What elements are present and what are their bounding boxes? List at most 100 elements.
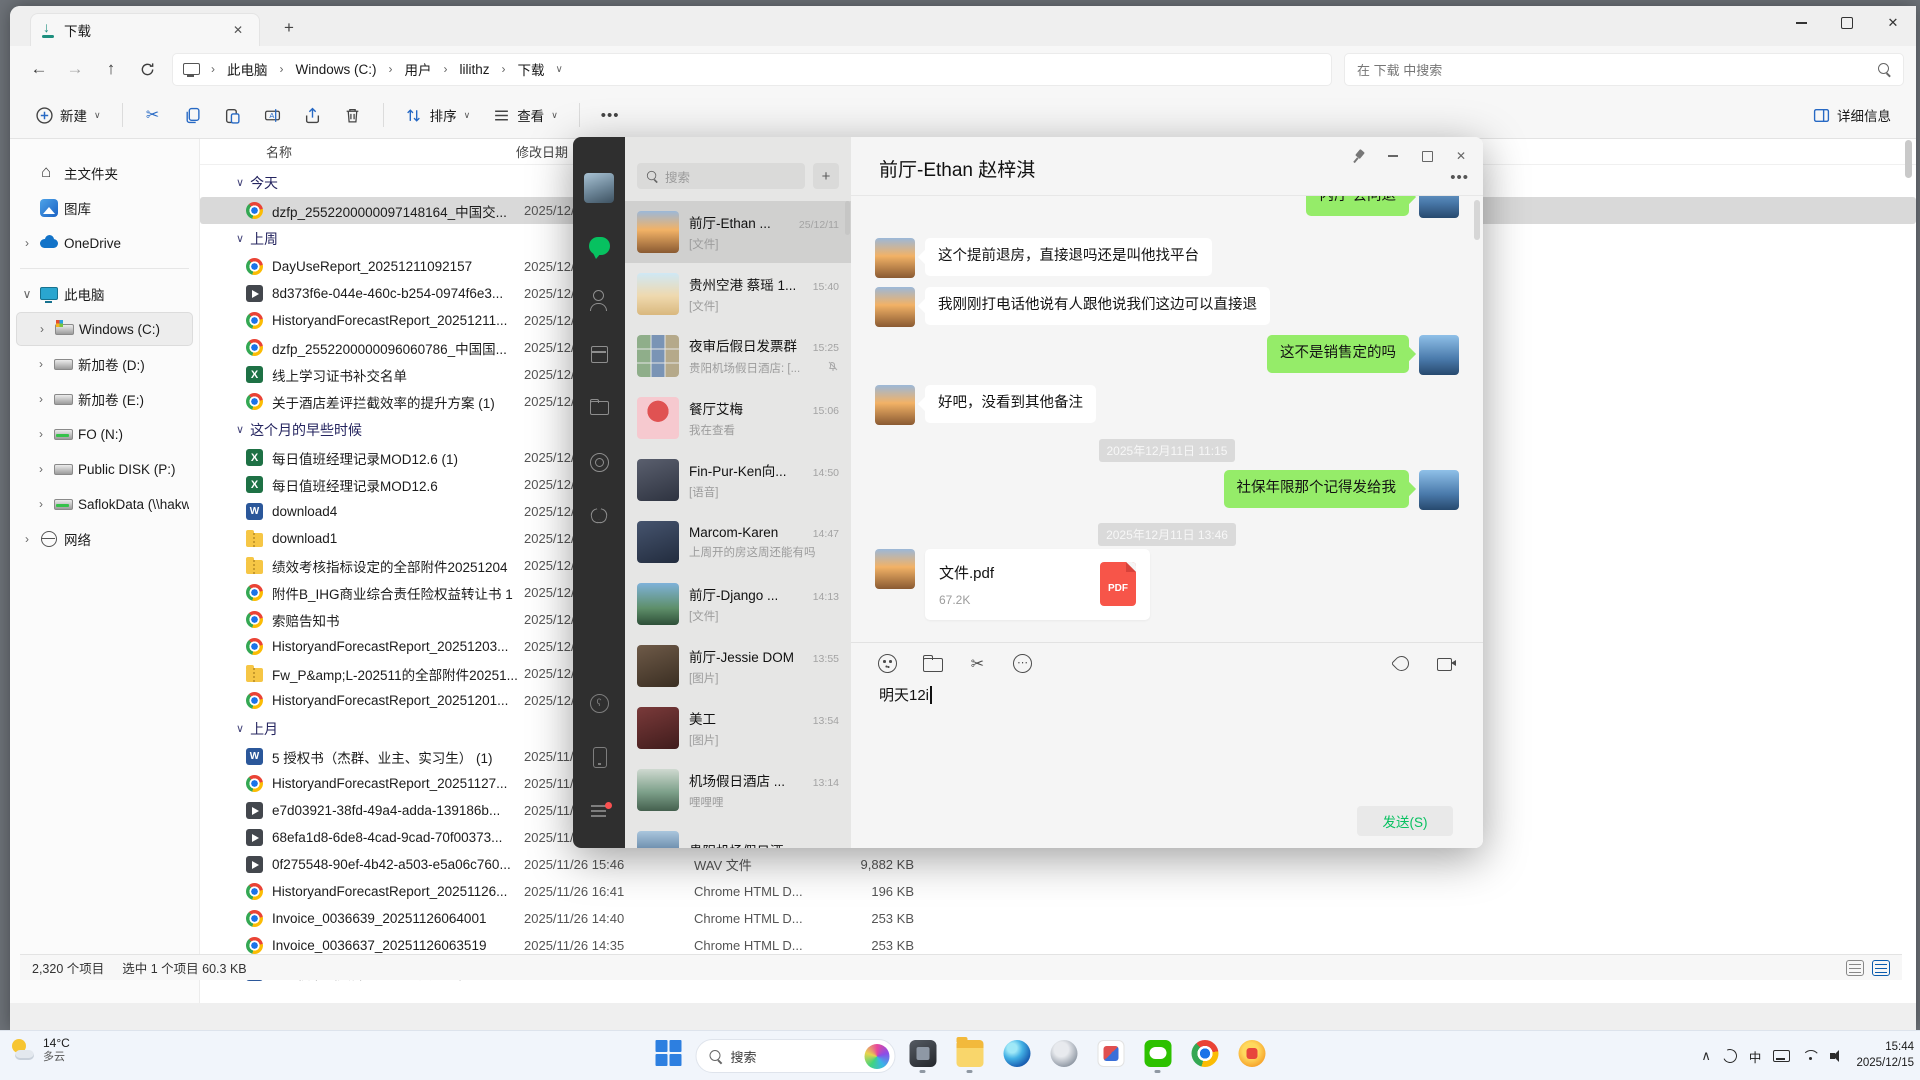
volume-icon[interactable] <box>1830 1050 1844 1062</box>
taskbar-search[interactable]: 搜索 <box>696 1039 896 1073</box>
sidebar-item[interactable]: ∨此电脑 <box>16 277 193 311</box>
sidebar-item[interactable]: ›OneDrive <box>16 226 193 260</box>
wechat-minimize-button[interactable] <box>1381 145 1405 167</box>
chevron-right-icon[interactable]: › <box>35 322 49 336</box>
send-file-icon[interactable] <box>922 653 943 674</box>
screenshot-icon[interactable]: ✂ <box>967 653 988 674</box>
message-input[interactable]: 明天12i <box>851 674 1483 715</box>
chevron-down-icon[interactable]: ∨ <box>20 287 34 301</box>
sync-icon[interactable] <box>1723 1049 1737 1063</box>
close-button[interactable]: ✕ <box>1870 6 1916 40</box>
refresh-button[interactable] <box>130 53 164 85</box>
chat-list-item[interactable]: Fin-Pur-Ken向...14:50[语音] <box>625 449 851 511</box>
chat-list-item[interactable]: 夜审后假日发票群15:25贵阳机场假日酒店: [... <box>625 325 851 387</box>
share-button[interactable] <box>295 99 331 131</box>
message-avatar[interactable] <box>875 287 915 327</box>
paste-button[interactable] <box>215 99 251 131</box>
message-avatar[interactable] <box>875 549 915 589</box>
chat-list-item[interactable]: 贵阳机场假日酒...13:17 <box>625 821 851 848</box>
message-bubble[interactable]: 内厅 会问退 <box>1306 196 1409 216</box>
chat-list-scrollbar[interactable] <box>845 201 850 235</box>
delete-button[interactable] <box>335 99 371 131</box>
new-button[interactable]: 新建 ∨ <box>26 98 110 132</box>
send-button[interactable]: 发送(S) <box>1357 806 1453 836</box>
sidebar-item[interactable]: 主文件夹 <box>16 156 193 190</box>
emoji-icon[interactable] <box>877 653 898 674</box>
chat-list-item[interactable]: 机场假日酒店 ...13:14哩哩哩 <box>625 759 851 821</box>
list-view-toggle[interactable] <box>1846 960 1864 976</box>
breadcrumb-drive-c[interactable]: Windows (C:) <box>292 60 381 79</box>
tab-close-icon[interactable]: ✕ <box>227 21 249 39</box>
touch-keyboard-icon[interactable] <box>1773 1050 1790 1062</box>
chat-list-item[interactable]: 前厅-Ethan ...25/12/11[文件] <box>625 201 851 263</box>
chat-list-item[interactable]: 美工13:54[图片] <box>625 697 851 759</box>
ime-indicator[interactable]: 中 <box>1749 1047 1762 1066</box>
chevron-right-icon[interactable]: › <box>20 236 34 250</box>
search-highlight-icon[interactable] <box>865 1044 890 1069</box>
chevron-right-icon[interactable]: › <box>20 532 34 546</box>
taskbar-app-app-grey[interactable] <box>1044 1034 1084 1078</box>
sidebar-item[interactable]: ›Public DISK (P:) <box>16 452 193 486</box>
chat-list-item[interactable]: 前厅-Django ...14:13[文件] <box>625 573 851 635</box>
taskbar-app-file-explorer[interactable] <box>950 1034 990 1078</box>
sidebar-item[interactable]: ›FO (N:) <box>16 417 193 451</box>
chevron-down-icon[interactable]: ∨ <box>552 64 563 75</box>
file-row[interactable]: 0f275548-90ef-4b42-a503-e5a06c760...2025… <box>200 851 1916 878</box>
sidebar-item[interactable]: ›SaflokData (\\hakwe <box>16 487 193 521</box>
more-options-button[interactable]: ••• <box>592 100 629 131</box>
chevron-right-icon[interactable]: › <box>34 392 48 406</box>
file-row[interactable]: HistoryandForecastReport_20251126...2025… <box>200 878 1916 905</box>
wechat-close-button[interactable]: ✕ <box>1449 145 1473 167</box>
network-icon[interactable] <box>1802 1050 1818 1062</box>
copy-button[interactable] <box>175 99 211 131</box>
sidebar-item[interactable]: ›Windows (C:) <box>16 312 193 346</box>
sort-button[interactable]: 排序 ∨ <box>396 98 480 132</box>
taskbar-app-app-orange[interactable] <box>1232 1034 1272 1078</box>
favorites-tab[interactable] <box>588 343 610 365</box>
chevron-right-icon[interactable]: › <box>34 497 48 511</box>
hidden-icons-chevron[interactable]: ∧ <box>1701 1048 1711 1064</box>
contacts-tab[interactable] <box>588 289 610 311</box>
chat-list-item[interactable]: 前厅-Jessie DOM13:55[图片] <box>625 635 851 697</box>
voice-call-icon[interactable] <box>1391 653 1412 674</box>
wechat-maximize-button[interactable] <box>1415 145 1439 167</box>
start-button[interactable] <box>649 1034 689 1078</box>
chat-list-item[interactable]: 餐厅艾梅15:06我在查看 <box>625 387 851 449</box>
details-pane-button[interactable]: 详细信息 <box>1803 98 1900 132</box>
message-bubble[interactable]: 社保年限那个记得发给我 <box>1224 470 1410 508</box>
taskbar-app-app-tile[interactable] <box>1091 1034 1131 1078</box>
sidebar-item[interactable]: 图库 <box>16 191 193 225</box>
explorer-tab-downloads[interactable]: 下载 ✕ <box>30 13 260 46</box>
column-header-name[interactable]: 名称 <box>200 142 516 161</box>
up-button[interactable]: ↑ <box>94 53 128 85</box>
taskbar-app-chrome-browser[interactable] <box>1185 1034 1225 1078</box>
message-avatar[interactable] <box>875 385 915 425</box>
video-call-icon[interactable] <box>1436 653 1457 674</box>
message-bubble[interactable]: 好吧，没看到其他备注 <box>925 385 1096 423</box>
message-bubble[interactable]: 这不是销售定的吗 <box>1267 335 1409 373</box>
minimize-button[interactable] <box>1778 6 1824 40</box>
breadcrumb-this-pc[interactable]: 此电脑 <box>223 57 272 81</box>
file-message-card[interactable]: 文件.pdf67.2KPDF <box>925 549 1150 620</box>
back-button[interactable]: ← <box>22 53 56 85</box>
breadcrumb-users[interactable]: 用户 <box>401 57 436 81</box>
chevron-right-icon[interactable]: › <box>34 462 48 476</box>
chat-files-tab[interactable] <box>588 397 610 419</box>
message-bubble[interactable]: 我刚刚打电话他说有人跟他说我们这边可以直接退 <box>925 287 1270 325</box>
sidebar-item[interactable]: ›新加卷 (D:) <box>16 347 193 381</box>
add-chat-button[interactable]: + <box>813 163 839 189</box>
maximize-button[interactable] <box>1824 6 1870 40</box>
chat-history-icon[interactable] <box>1012 653 1033 674</box>
user-avatar[interactable] <box>584 173 614 203</box>
vertical-scrollbar[interactable] <box>1903 140 1914 950</box>
scrollbar-thumb[interactable] <box>1905 140 1912 178</box>
wechat-search-input[interactable]: 搜索 <box>637 163 805 189</box>
details-view-toggle[interactable] <box>1872 960 1890 976</box>
breadcrumb-user[interactable]: lilithz <box>456 60 494 79</box>
channels-tab[interactable] <box>588 505 610 527</box>
message-bubble[interactable]: 这个提前退房，直接退吗还是叫他找平台 <box>925 238 1212 276</box>
chat-list-item[interactable]: 贵州空港 蔡瑶 1...15:40[文件] <box>625 263 851 325</box>
rename-button[interactable]: A <box>255 99 291 131</box>
chevron-right-icon[interactable]: › <box>34 357 48 371</box>
taskbar-app-snip-app[interactable] <box>903 1034 943 1078</box>
